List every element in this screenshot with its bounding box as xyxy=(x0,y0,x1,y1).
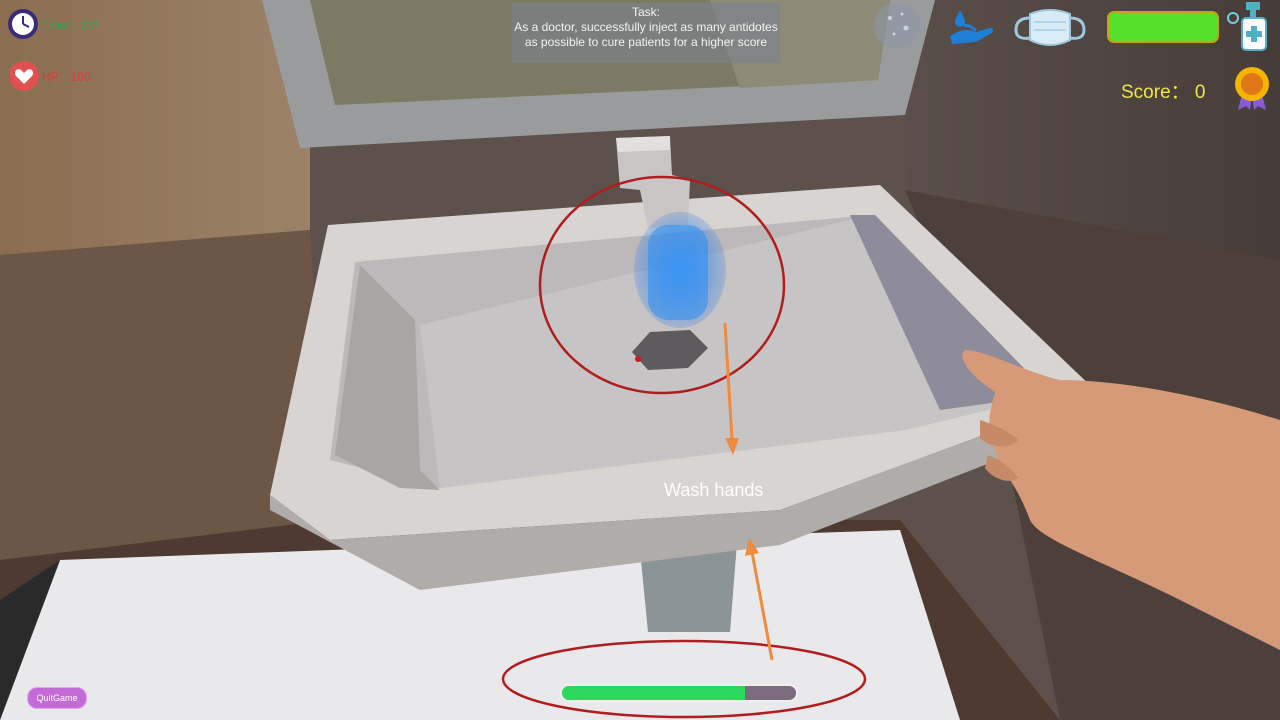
quit-game-button[interactable]: QuitGame xyxy=(27,687,87,709)
clock-icon xyxy=(7,8,39,40)
heart-icon xyxy=(8,60,40,92)
medal-icon xyxy=(1230,64,1274,112)
health-bar xyxy=(1107,11,1219,43)
face-mask-icon xyxy=(1010,6,1090,50)
game-scene xyxy=(0,0,1280,720)
sanitizer-icon xyxy=(1224,0,1276,52)
wash-progress-bar xyxy=(560,684,798,702)
left-wall xyxy=(0,0,310,255)
task-description: As a doctor, successfully inject as many… xyxy=(514,20,778,49)
wash-progress-fill xyxy=(562,686,745,700)
virus-icon xyxy=(872,2,922,50)
score-text: Score： 0 xyxy=(1121,82,1206,103)
wash-hands-label: Wash hands xyxy=(664,480,764,500)
hand-wash-icon xyxy=(946,6,996,48)
task-panel: Task: As a doctor, successfully inject a… xyxy=(512,3,780,63)
timer-text: Timer：277 xyxy=(42,20,100,32)
hp-text: HP：100 xyxy=(42,70,91,84)
task-title: Task: xyxy=(631,5,660,19)
health-bar-fill xyxy=(1109,13,1217,41)
